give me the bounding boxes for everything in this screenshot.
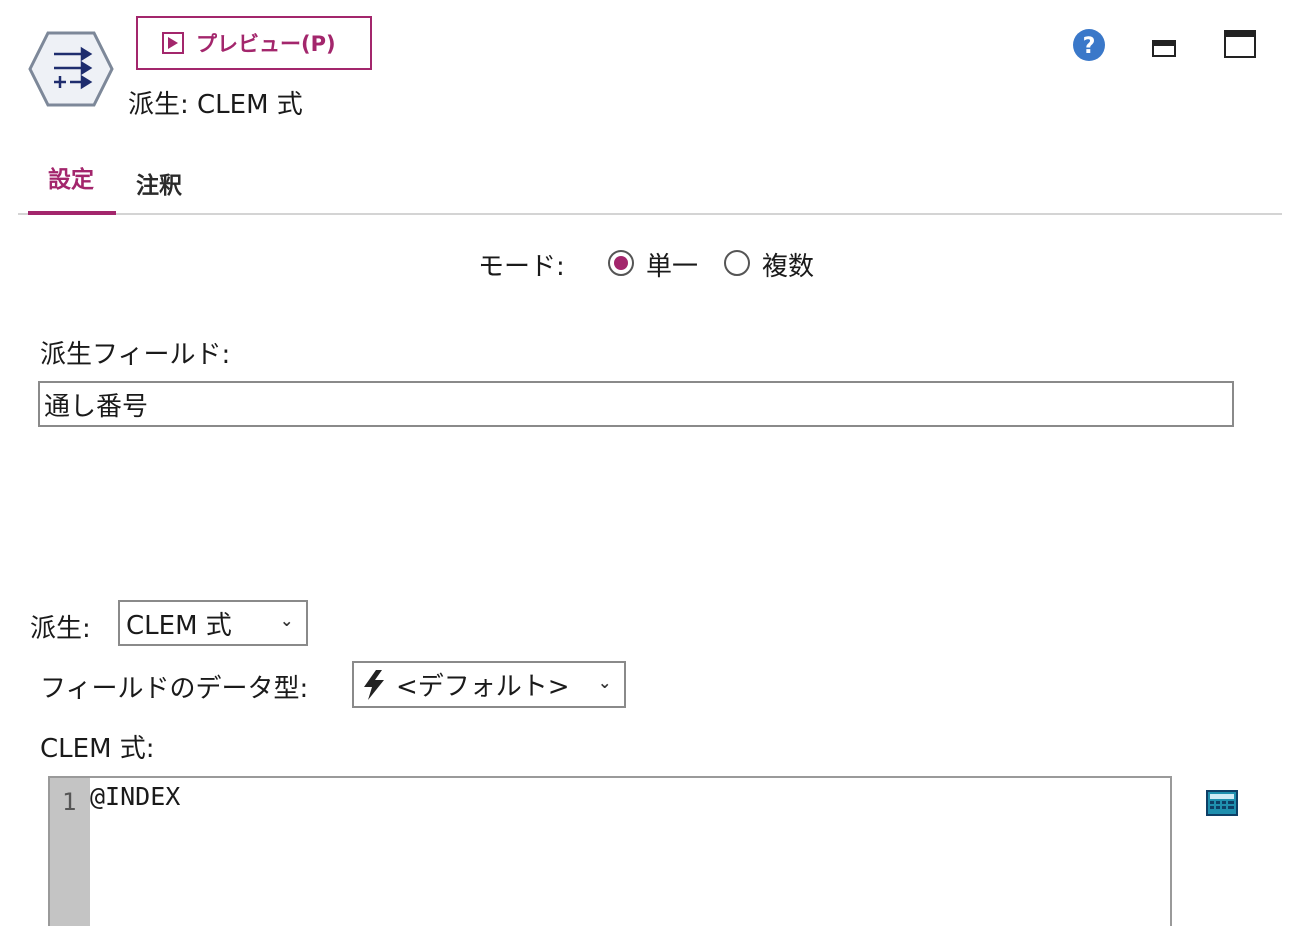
clem-expression-label: CLEM 式: xyxy=(40,734,155,764)
mode-label: モード: xyxy=(478,252,565,282)
tab-annotations[interactable]: 注釈 xyxy=(136,166,182,200)
derive-field-label: 派生フィールド: xyxy=(40,340,231,370)
field-type-value: <デフォルト> xyxy=(396,672,570,702)
derive-field-input[interactable] xyxy=(38,381,1234,427)
tab-divider xyxy=(18,213,1282,215)
field-type-label: フィールドのデータ型: xyxy=(40,674,309,704)
lightning-icon xyxy=(364,669,384,700)
derive-as-label: 派生: xyxy=(30,614,91,644)
svg-text:?: ? xyxy=(1083,34,1096,59)
expression-builder-calculator-icon[interactable] xyxy=(1206,790,1238,816)
active-tab-indicator xyxy=(28,211,116,215)
play-icon xyxy=(162,32,184,54)
field-type-select[interactable]: <デフォルト> ⌄ xyxy=(352,661,626,708)
help-icon[interactable]: ? xyxy=(1072,28,1106,62)
preview-label: プレビュー(P) xyxy=(196,32,336,56)
chevron-down-icon: ⌄ xyxy=(280,611,294,630)
preview-button[interactable]: プレビュー(P) xyxy=(136,16,372,70)
mode-single-label: 単一 xyxy=(646,252,699,282)
derive-as-value: CLEM 式 xyxy=(126,610,232,641)
minimize-icon[interactable] xyxy=(1152,38,1176,58)
chevron-down-icon: ⌄ xyxy=(598,673,612,692)
maximize-icon[interactable] xyxy=(1224,30,1256,58)
expression-code[interactable]: @INDEX xyxy=(90,782,180,811)
clem-expression-editor[interactable]: 1 @INDEX xyxy=(48,776,1172,926)
tab-settings[interactable]: 設定 xyxy=(48,160,94,194)
derive-as-select[interactable]: CLEM 式 ⌄ xyxy=(118,600,308,646)
mode-multiple-radio[interactable] xyxy=(724,250,750,276)
line-number: 1 xyxy=(62,788,77,816)
node-title: 派生: CLEM 式 xyxy=(128,90,303,120)
mode-multiple-label: 複数 xyxy=(762,252,815,282)
derive-node-icon xyxy=(28,31,114,107)
mode-single-radio[interactable] xyxy=(608,250,634,276)
